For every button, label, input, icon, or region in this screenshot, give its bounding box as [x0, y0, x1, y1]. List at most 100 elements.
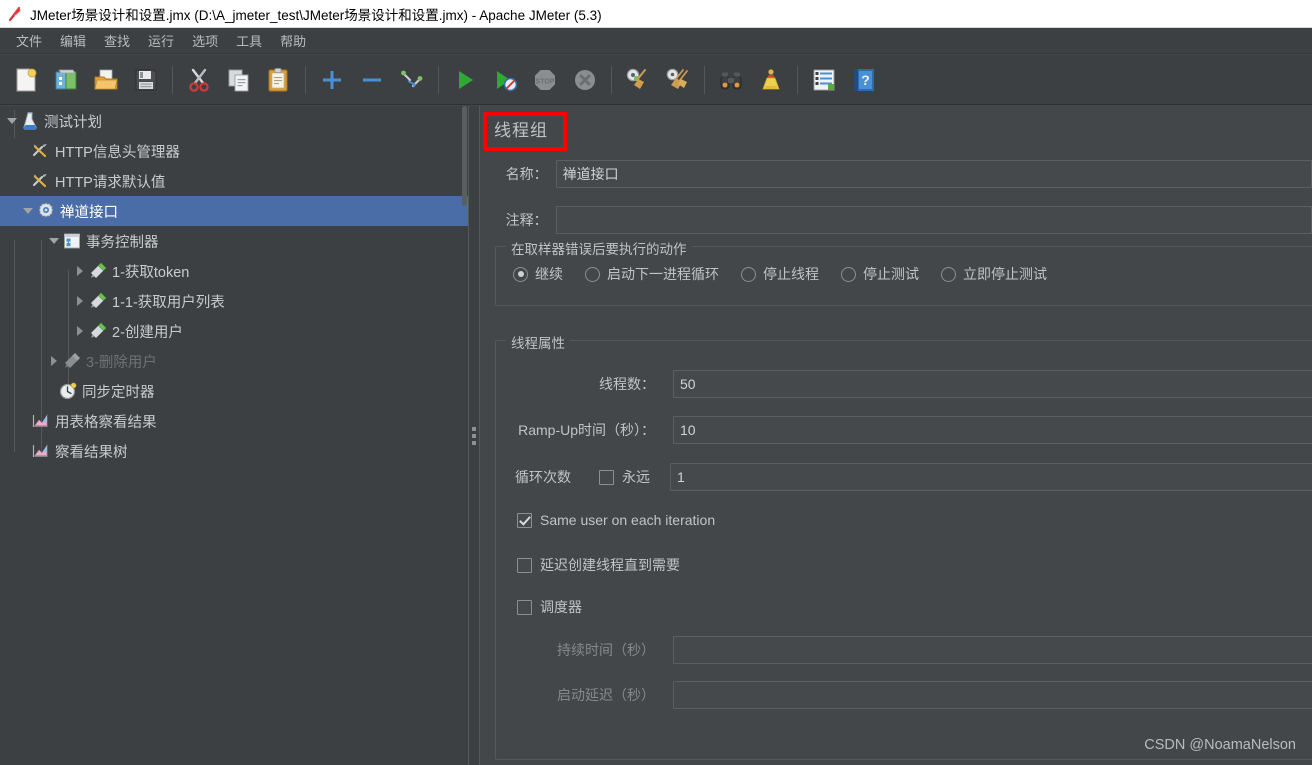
tree-node-test-plan[interactable]: 测试计划: [0, 106, 468, 136]
menu-options[interactable]: 选项: [183, 29, 227, 53]
menu-help[interactable]: 帮助: [271, 29, 315, 53]
name-input[interactable]: 禅道接口: [555, 160, 1312, 188]
radio-stop-test[interactable]: 停止测试: [841, 264, 919, 284]
menu-search[interactable]: 查找: [95, 29, 139, 53]
menu-run[interactable]: 运行: [139, 29, 183, 53]
num-threads-input[interactable]: 50: [673, 370, 1312, 398]
menu-tools[interactable]: 工具: [227, 29, 271, 53]
comment-field-row: 注释：: [481, 206, 1312, 234]
toolbar-shutdown[interactable]: [565, 60, 605, 100]
toolbar-separator: [797, 65, 798, 94]
duration-input[interactable]: [673, 636, 1312, 664]
toolbar-cut[interactable]: [179, 60, 219, 100]
panel-splitter[interactable]: [468, 106, 480, 765]
toolbar-clear[interactable]: [618, 60, 658, 100]
toolbar-toggle[interactable]: [392, 60, 432, 100]
tree-node-sampler-get-user-list[interactable]: 1-1-获取用户列表: [0, 286, 468, 316]
http-sampler-icon: [88, 321, 108, 341]
tree-scrollbar[interactable]: [461, 106, 468, 765]
tree-node-thread-group[interactable]: 禅道接口: [0, 196, 468, 226]
tree-node-label: HTTP请求默认值: [55, 174, 166, 191]
toolbar-search[interactable]: [711, 60, 751, 100]
tree-node-sampler-create-user[interactable]: 2-创建用户: [0, 316, 468, 346]
toolbar-new[interactable]: [6, 60, 46, 100]
tree-node-label: 用表格察看结果: [55, 414, 157, 431]
panel-title-wrap: 线程组: [483, 110, 559, 149]
toolbar-clear-all[interactable]: [658, 60, 698, 100]
expander-right-icon[interactable]: [72, 263, 88, 279]
toolbar-paste[interactable]: [259, 60, 299, 100]
loop-count-label: 循环次数: [515, 469, 571, 485]
toolbar-collapse-all[interactable]: [352, 60, 392, 100]
num-threads-row: 线程数： 50: [495, 370, 1312, 398]
radio-start-next-thread-loop[interactable]: 启动下一进程循环: [585, 264, 719, 284]
startup-delay-input[interactable]: [673, 681, 1312, 709]
tree-scrollbar-thumb[interactable]: [462, 106, 467, 206]
test-plan-icon: [20, 111, 40, 131]
startup-delay-label: 启动延迟（秒）: [557, 687, 655, 703]
comment-input[interactable]: [555, 206, 1312, 234]
toolbar-help[interactable]: ?: [844, 60, 884, 100]
new-document-icon: [13, 67, 39, 93]
tree-node-http-request-defaults[interactable]: HTTP请求默认值: [0, 166, 468, 196]
tree-node-label: HTTP信息头管理器: [55, 144, 180, 161]
checkbox-mark-icon: [517, 557, 532, 573]
toolbar-stop[interactable]: STOP: [525, 60, 565, 100]
tree-node-sampler-get-token[interactable]: 1-获取token: [0, 256, 468, 286]
tree-node-transaction-controller[interactable]: 事务控制器: [0, 226, 468, 256]
toolbar-save[interactable]: [126, 60, 166, 100]
view-results-tree-icon: [31, 441, 51, 461]
startup-delay-row: 启动延迟（秒）: [495, 681, 1312, 709]
ramp-up-input[interactable]: 10: [673, 416, 1312, 444]
tree-node-http-header-manager[interactable]: HTTP信息头管理器: [0, 136, 468, 166]
radio-mark-icon: [585, 266, 600, 282]
expander-down-icon[interactable]: [46, 233, 62, 249]
toolbar-templates[interactable]: [46, 60, 86, 100]
expander-right-icon[interactable]: [46, 353, 62, 369]
open-folder-icon: [93, 67, 119, 93]
toolbar-start[interactable]: [445, 60, 485, 100]
tree-node-sync-timer[interactable]: 同步定时器: [0, 376, 468, 406]
ramp-up-row: Ramp-Up时间（秒）： 10: [495, 416, 1312, 444]
expander-right-icon[interactable]: [72, 323, 88, 339]
radio-mark-icon: [841, 266, 856, 282]
watermark: CSDN @NoamaNelson: [1144, 737, 1296, 753]
delay-thread-creation-checkbox[interactable]: 延迟创建线程直到需要: [517, 555, 680, 575]
toolbar-start-no-pauses[interactable]: [485, 60, 525, 100]
scheduler-checkbox[interactable]: 调度器: [517, 597, 582, 617]
tree-node-view-results-tree[interactable]: 察看结果树: [0, 436, 468, 466]
menu-file[interactable]: 文件: [7, 29, 51, 53]
tree-node-sampler-delete-user[interactable]: 3-删除用户: [0, 346, 468, 376]
toolbar-copy[interactable]: [219, 60, 259, 100]
tree-node-view-results-in-table[interactable]: 用表格察看结果: [0, 406, 468, 436]
radio-label: 停止测试: [863, 266, 919, 282]
toolbar: STOP ?: [0, 55, 1312, 105]
name-field-row: 名称： 禅道接口: [481, 160, 1312, 188]
ramp-up-label: Ramp-Up时间（秒）：: [518, 422, 655, 438]
tree-node-label: 察看结果树: [55, 444, 128, 461]
toolbar-reset-search[interactable]: [751, 60, 791, 100]
radio-stop-test-now[interactable]: 立即停止测试: [941, 264, 1047, 284]
shutdown-icon: [572, 67, 598, 93]
radio-continue[interactable]: 继续: [513, 264, 563, 284]
same-user-checkbox[interactable]: Same user on each iteration: [517, 512, 715, 528]
collapse-minus-icon: [359, 67, 385, 93]
forever-checkbox[interactable]: 永远: [599, 467, 650, 487]
toolbar-function-helper[interactable]: [804, 60, 844, 100]
toolbar-expand-all[interactable]: [312, 60, 352, 100]
toolbar-separator: [704, 65, 705, 94]
title-bar: JMeter场景设计和设置.jmx (D:\A_jmeter_test\JMet…: [0, 0, 1312, 28]
expander-down-icon[interactable]: [4, 113, 20, 129]
expander-right-icon[interactable]: [72, 293, 88, 309]
expander-down-icon[interactable]: [20, 203, 36, 219]
tree-node-label: 禅道接口: [60, 204, 118, 221]
tree-node-label: 测试计划: [44, 114, 102, 131]
test-plan-tree[interactable]: 测试计划 HTTP信息头管理器 HTTP请求默认值 禅道接口 事务控制器 1-获…: [0, 106, 468, 765]
menu-edit[interactable]: 编辑: [51, 29, 95, 53]
loop-count-input[interactable]: 1: [670, 463, 1312, 491]
function-helper-icon: [811, 67, 837, 93]
duration-label: 持续时间（秒）: [557, 642, 655, 658]
toolbar-open[interactable]: [86, 60, 126, 100]
checkbox-mark-icon: [517, 512, 532, 528]
radio-stop-thread[interactable]: 停止线程: [741, 264, 819, 284]
